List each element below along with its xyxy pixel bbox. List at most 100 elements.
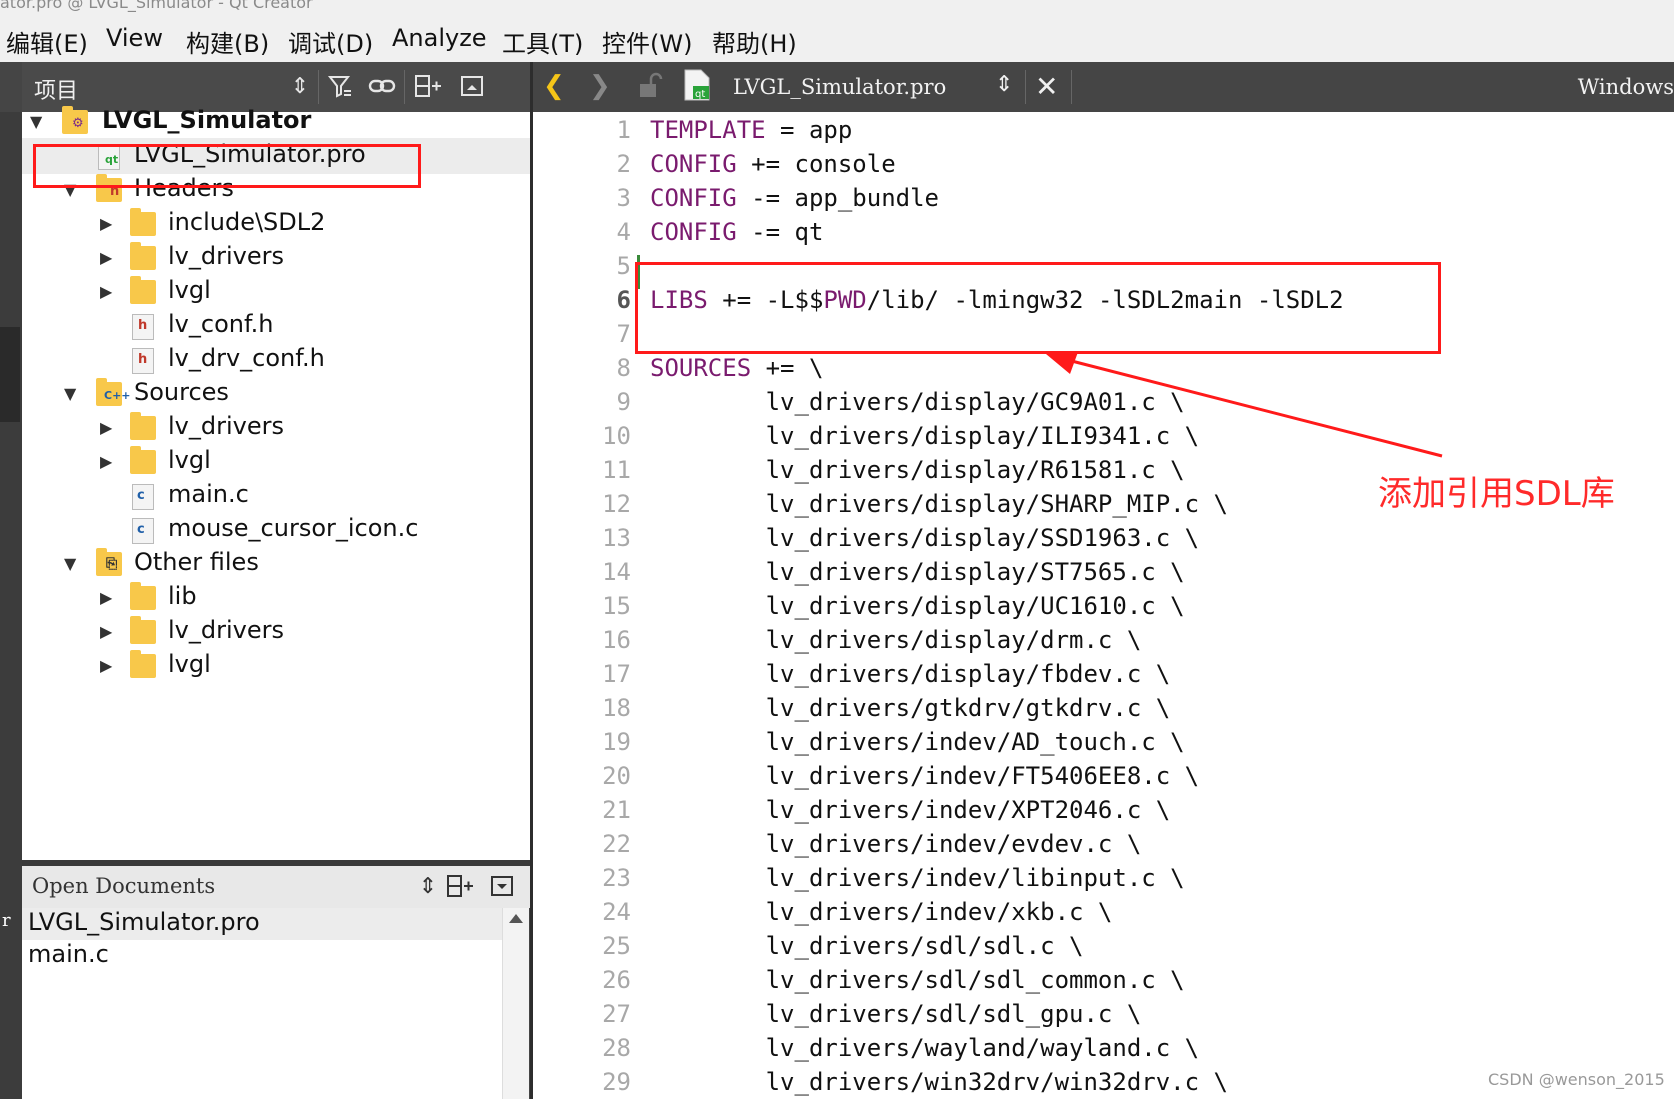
line-number: 20 [602,762,631,790]
code-text: lv_drivers/sdl/sdl.c \ [650,932,1084,960]
open-document-item[interactable]: main.c [28,940,109,968]
chevron-right-icon[interactable]: ▶ [100,206,120,242]
filter-icon[interactable] [326,73,354,101]
menu-view[interactable]: View [106,24,163,52]
line-number: 23 [602,864,631,892]
split-add-icon[interactable] [446,873,474,901]
scroll-up-arrow-icon[interactable] [509,914,523,923]
code-text: lv_drivers/display/ST7565.c \ [650,558,1185,586]
menu-help[interactable]: 帮助(H) [712,24,797,59]
code-line: lv_drivers/display/SHARP_MIP.c \ [650,490,1228,518]
code-line: lv_drivers/indev/XPT2046.c \ [650,796,1171,824]
window-title: ator.pro @ LVGL_Simulator - Qt Creator [0,0,313,12]
project-tree: ▼ ⚙ LVGL_Simulator qt LVGL_Simulator.pro… [22,106,530,860]
tree-item-c-file[interactable]: c main.c [22,478,530,514]
watermark: CSDN @wenson_2015 [1488,1070,1665,1089]
line-number: 11 [602,456,631,484]
tree-item-folder[interactable]: ▶ lv_drivers [22,614,530,650]
tree-item-folder[interactable]: ▶ lvgl [22,648,530,684]
line-number: 8 [616,354,631,382]
menu-controls[interactable]: 控件(W) [602,24,692,59]
folder-icon [130,242,156,270]
tree-item-project-root[interactable]: ▼ ⚙ LVGL_Simulator [22,104,530,140]
other-files-folder-icon: ⎘ [96,548,122,576]
collapse-icon[interactable] [458,73,486,101]
code-line: lv_drivers/display/ILI9341.c \ [650,422,1199,450]
tree-item-label: LVGL_Simulator [102,106,312,134]
open-document-item[interactable]: LVGL_Simulator.pro [22,908,502,940]
close-icon[interactable]: ✕ [1035,70,1058,103]
folder-icon [130,582,156,610]
line-number: 16 [602,626,631,654]
collapse-icon[interactable] [488,873,516,901]
chevron-right-icon[interactable]: ▶ [100,410,120,446]
annotation-text: 添加引用SDL库 [1378,474,1615,514]
chevron-right-icon[interactable]: ▶ [100,444,120,480]
mode-strip [0,112,22,1099]
tree-item-label: lvgl [168,276,211,304]
code-editor[interactable]: TEMPLATE = app CONFIG += console CONFIG -=… [650,112,1674,1099]
code-line: CONFIG += console [650,150,896,178]
tree-item-folder[interactable]: ▶ lib [22,580,530,616]
line-number: 22 [602,830,631,858]
code-line: lv_drivers/sdl/sdl_gpu.c \ [650,1000,1142,1028]
code-text: lv_drivers/display/drm.c \ [650,626,1142,654]
chevron-right-icon[interactable]: ▶ [100,240,120,276]
split-add-icon[interactable] [414,73,442,101]
chevron-down-icon[interactable]: ▼ [64,546,84,582]
tree-item-folder[interactable]: ▶ lv_drivers [22,240,530,276]
tree-item-folder[interactable]: ▶ lvgl [22,444,530,480]
back-arrow-icon[interactable]: ❮ [543,71,565,101]
line-number: 25 [602,932,631,960]
menu-edit[interactable]: 编辑(E) [6,24,88,59]
editor-file-name[interactable]: LVGL_Simulator.pro [733,75,946,99]
unlock-icon[interactable] [637,72,663,107]
link-icon[interactable] [368,73,396,101]
folder-icon [130,276,156,304]
code-keyword: CONFIG [650,218,737,246]
line-number: 15 [602,592,631,620]
chevron-right-icon[interactable]: ▶ [100,648,120,684]
code-line: lv_drivers/display/R61581.c \ [650,456,1185,484]
menu-tools[interactable]: 工具(T) [502,24,583,59]
sort-updown-icon[interactable]: ⇕ [286,73,314,101]
sort-updown-icon[interactable]: ⇕ [414,873,442,901]
line-ending-label[interactable]: Windows [1578,75,1674,99]
tree-item-sources[interactable]: ▼ C++ Sources [22,376,530,412]
open-document-label: main.c [28,940,109,968]
code-line: CONFIG -= qt [650,218,823,246]
folder-icon [130,650,156,678]
forward-arrow-icon[interactable]: ❯ [589,71,611,101]
code-text: += console [736,150,896,178]
menu-analyze[interactable]: Analyze [392,24,487,52]
chevron-right-icon[interactable]: ▶ [100,274,120,310]
tree-item-folder[interactable]: ▶ include\SDL2 [22,206,530,242]
line-number: 14 [602,558,631,586]
folder-icon [130,208,156,236]
chevron-right-icon[interactable]: ▶ [100,580,120,616]
menu-build[interactable]: 构建(B) [186,24,269,59]
tree-item-folder[interactable]: ▶ lvgl [22,274,530,310]
chevron-down-icon[interactable]: ▼ [64,376,84,412]
code-text: lv_drivers/display/fbdev.c \ [650,660,1171,688]
code-keyword: SOURCES [650,354,752,382]
code-text: lv_drivers/sdl/sdl_common.c \ [650,966,1185,994]
chevron-right-icon[interactable]: ▶ [100,614,120,650]
tree-item-label: lv_conf.h [168,310,274,338]
menu-debug[interactable]: 调试(D) [288,24,373,59]
line-number: 29 [602,1068,631,1096]
tree-item-label: lvgl [168,446,211,474]
tree-item-folder[interactable]: ▶ lv_drivers [22,410,530,446]
tree-item-other-files[interactable]: ▼ ⎘ Other files [22,546,530,582]
chevron-down-icon[interactable]: ▼ [30,104,50,140]
open-documents-scrollbar[interactable] [502,908,529,1099]
tree-item-header-file[interactable]: h lv_conf.h [22,308,530,344]
code-text: lv_drivers/indev/AD_touch.c \ [650,728,1185,756]
line-number: 6 [616,286,631,314]
editor-toolbar: ❮ ❯ qt LVGL_Simulator.pro ⇕ ✕ Windows [533,62,1674,112]
code-line: lv_drivers/display/SSD1963.c \ [650,524,1199,552]
tree-item-header-file[interactable]: h lv_drv_conf.h [22,342,530,378]
code-line: lv_drivers/display/UC1610.c \ [650,592,1185,620]
sort-updown-icon[interactable]: ⇕ [995,72,1013,97]
tree-item-c-file[interactable]: c mouse_cursor_icon.c [22,512,530,548]
